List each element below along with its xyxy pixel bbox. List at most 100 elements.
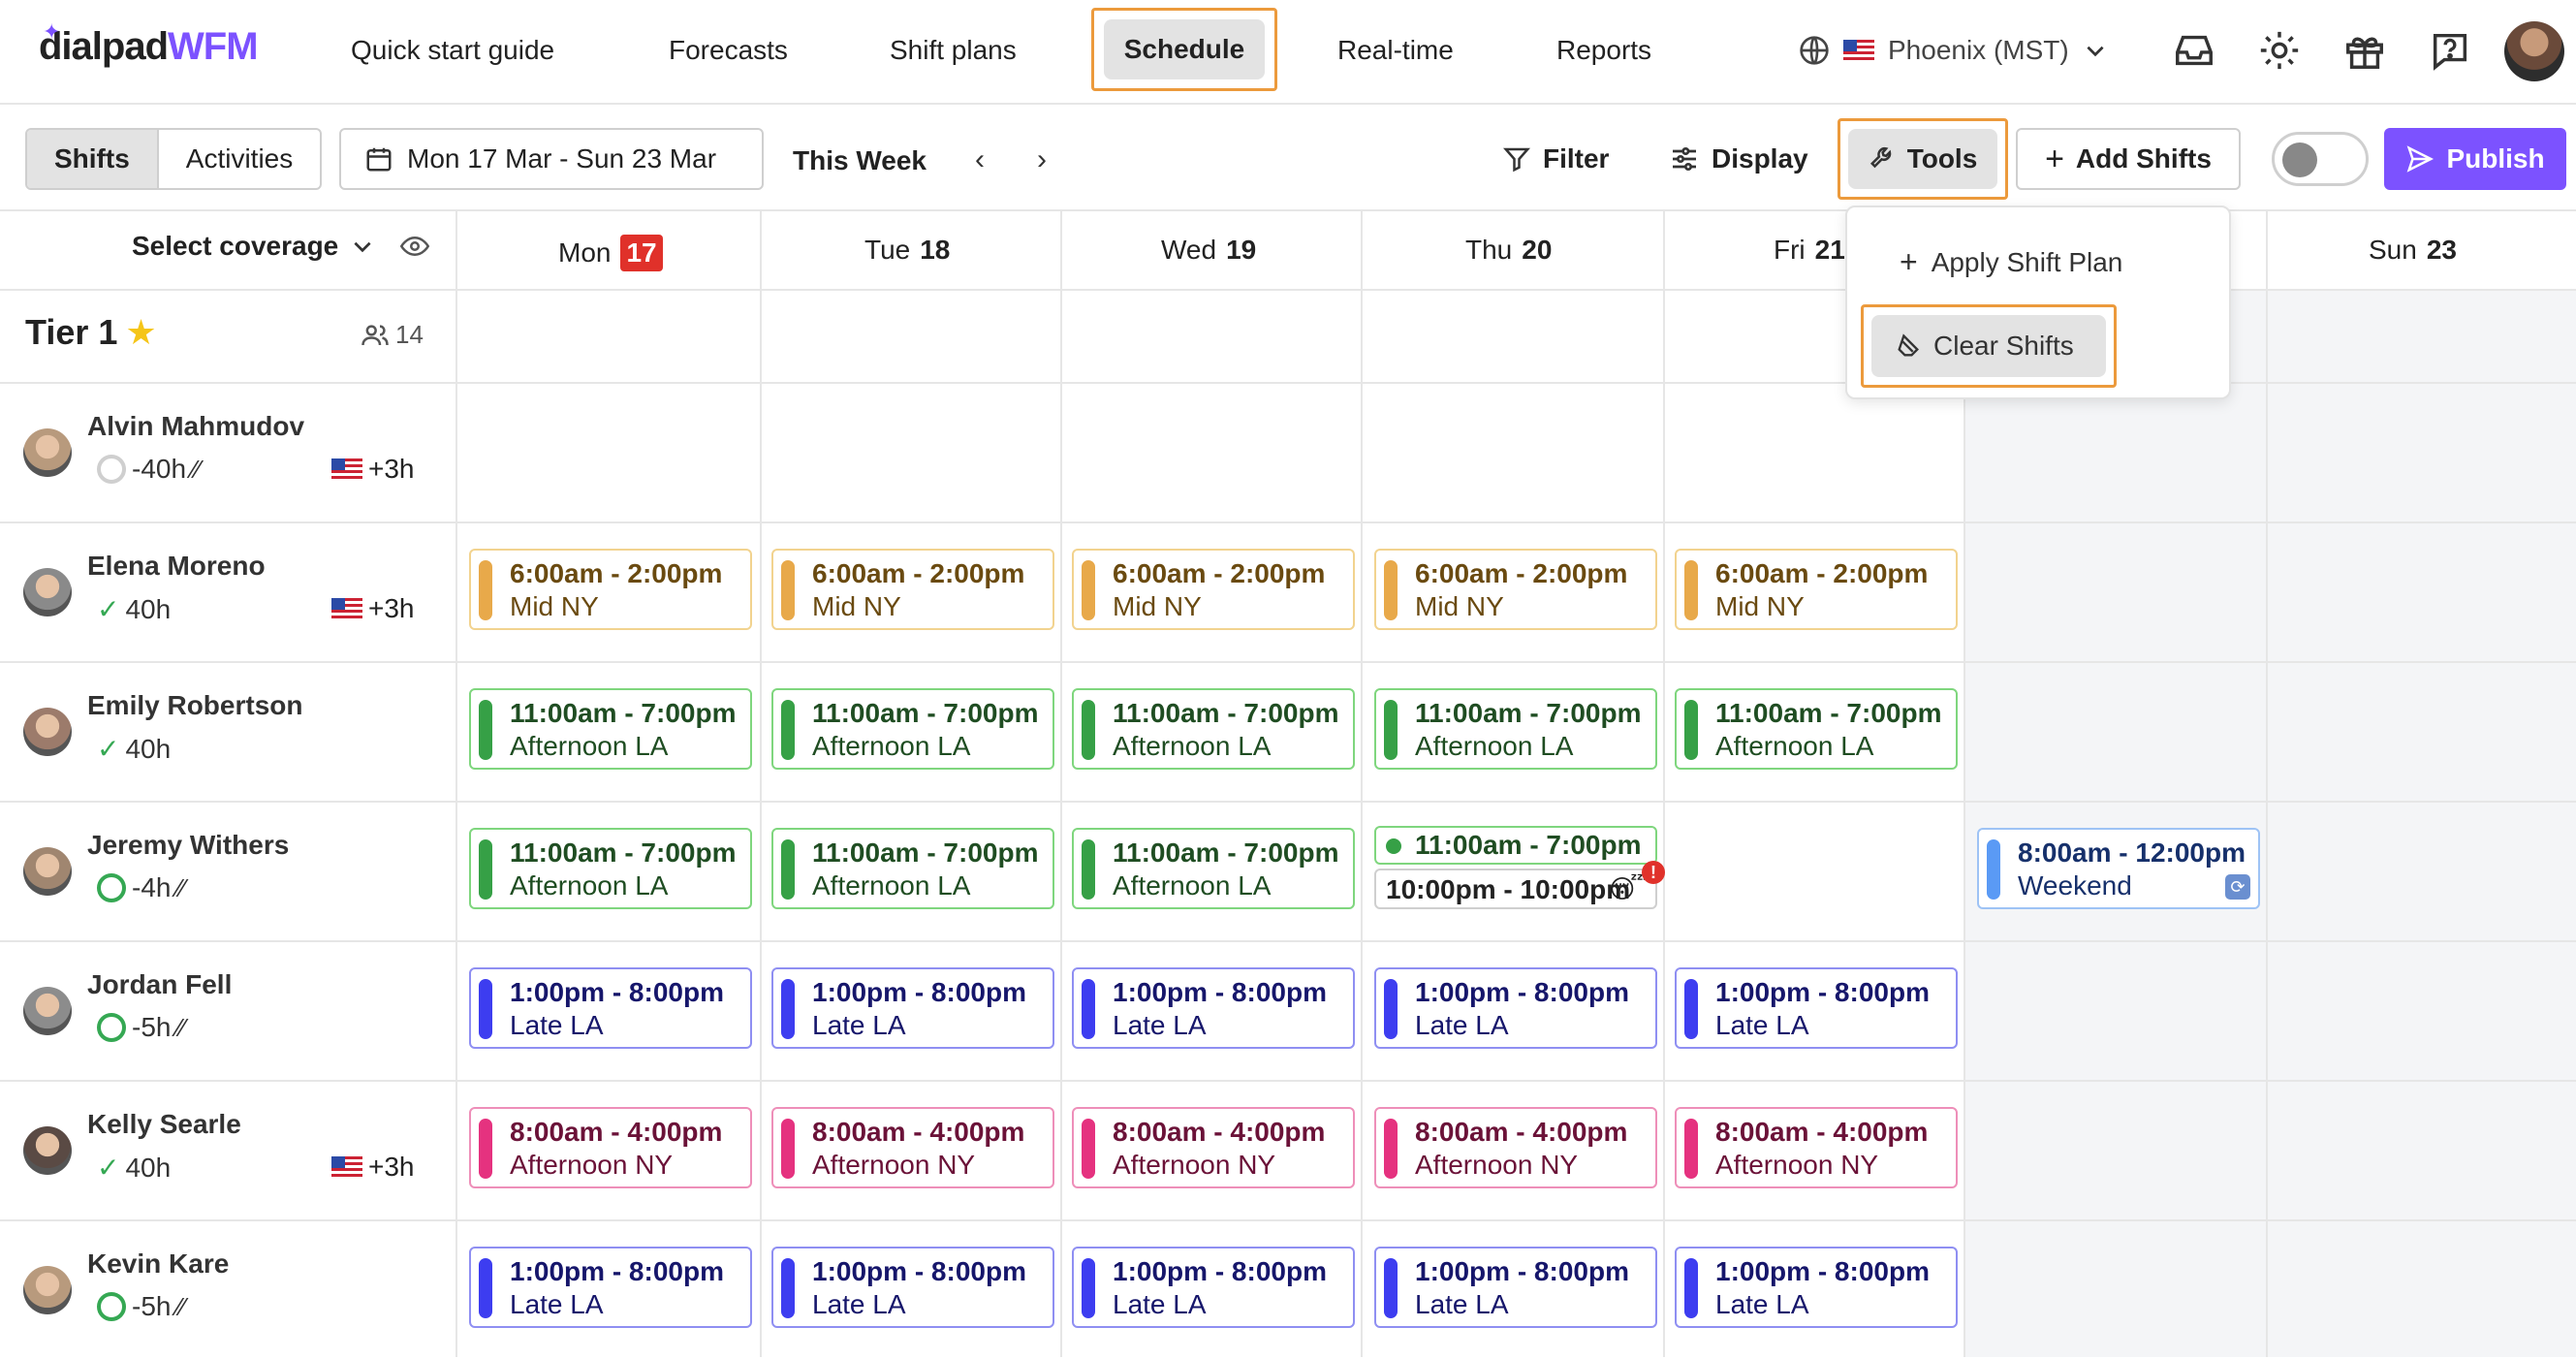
agent-name[interactable]: Kevin Kare: [87, 1248, 229, 1280]
shift-name: Afternoon NY: [1415, 1150, 1579, 1180]
shift-card[interactable]: 6:00am - 2:00pm Mid NY: [1675, 549, 1958, 630]
agent-row: Kevin Kare -5h ⁄⁄: [0, 1219, 456, 1359]
shift-card[interactable]: 11:00am - 7:00pm Afternoon LA: [771, 828, 1054, 909]
shift-time: 8:00am - 12:00pm: [2018, 838, 2246, 868]
publish-button[interactable]: Publish: [2384, 128, 2566, 190]
shift-card[interactable]: 1:00pm - 8:00pm Late LA: [771, 1247, 1054, 1328]
shift-card[interactable]: 11:00am - 7:00pm Afternoon LA: [1675, 688, 1958, 770]
tier-label: Tier 1 ★: [25, 312, 157, 352]
select-coverage-dropdown[interactable]: Select coverage: [132, 231, 430, 262]
nav-shift-plans[interactable]: Shift plans: [890, 29, 1017, 72]
eye-icon[interactable]: [400, 232, 430, 261]
gear-icon[interactable]: [2254, 25, 2305, 76]
nav-quick-start[interactable]: Quick start guide: [351, 29, 554, 72]
day-header-fri: Fri 21: [1774, 235, 1845, 265]
filter-button[interactable]: Filter: [1502, 128, 1609, 190]
shift-card[interactable]: 1:00pm - 8:00pm Late LA: [469, 1247, 752, 1328]
shift-card[interactable]: 10:00pm - 10:00pm 😴: [1374, 869, 1657, 909]
agent-name[interactable]: Alvin Mahmudov: [87, 411, 304, 442]
day-header-mon: Mon 17: [558, 235, 663, 271]
logo[interactable]: ✦ dialpadWFM: [39, 19, 259, 69]
warning-icon[interactable]: !: [1642, 861, 1665, 884]
agent-name[interactable]: Elena Moreno: [87, 551, 266, 582]
shift-card[interactable]: 11:00am - 7:00pm Afternoon LA: [771, 688, 1054, 770]
shift-time: 11:00am - 7:00pm: [812, 698, 1039, 728]
shift-card[interactable]: 11:00am - 7:00pm Afternoon LA: [469, 828, 752, 909]
magic-wand-icon: ⁄⁄: [192, 454, 201, 484]
shift-card[interactable]: 8:00am - 4:00pm Afternoon NY: [1374, 1107, 1657, 1188]
tools-button[interactable]: Tools: [1848, 129, 1997, 189]
shift-card[interactable]: 8:00am - 4:00pm Afternoon NY: [1675, 1107, 1958, 1188]
shift-card[interactable]: 6:00am - 2:00pm Mid NY: [771, 549, 1054, 630]
timezone-selector[interactable]: Phoenix (MST): [1799, 29, 2108, 72]
shift-card[interactable]: 6:00am - 2:00pm Mid NY: [1072, 549, 1355, 630]
user-avatar[interactable]: [2504, 21, 2564, 81]
shift-card[interactable]: 8:00am - 4:00pm Afternoon NY: [771, 1107, 1054, 1188]
agent-name[interactable]: Emily Robertson: [87, 690, 302, 721]
shift-time: 8:00am - 4:00pm: [510, 1117, 723, 1147]
shift-color-bar: [479, 979, 492, 1039]
clear-shifts-item[interactable]: Clear Shifts: [1871, 315, 2106, 377]
shift-card[interactable]: 1:00pm - 8:00pm Late LA: [1374, 967, 1657, 1049]
progress-ring-icon: [97, 1013, 126, 1042]
shift-card[interactable]: 8:00am - 12:00pm Weekend ⟳: [1977, 828, 2260, 909]
apply-shift-plan-item[interactable]: + Apply Shift Plan: [1900, 244, 2122, 280]
next-week-icon[interactable]: ›: [1037, 143, 1047, 176]
shift-name: Mid NY: [510, 591, 599, 621]
view-toggle: Shifts Activities: [25, 128, 323, 190]
display-button[interactable]: Display: [1669, 128, 1808, 190]
shift-time: 6:00am - 2:00pm: [1113, 558, 1326, 588]
shift-card[interactable]: 1:00pm - 8:00pm Late LA: [1675, 1247, 1958, 1328]
agent-name[interactable]: Jeremy Withers: [87, 830, 289, 861]
avatar: [23, 708, 72, 756]
shift-card[interactable]: 6:00am - 2:00pm Mid NY: [469, 549, 752, 630]
repeat-icon: ⟳: [2225, 874, 2250, 900]
shift-card[interactable]: 1:00pm - 8:00pm Late LA: [1675, 967, 1958, 1049]
shift-name: Weekend: [2018, 870, 2132, 901]
agent-row: Jeremy Withers -4h ⁄⁄: [0, 801, 456, 940]
tab-shifts[interactable]: Shifts: [27, 130, 159, 188]
shift-card[interactable]: 1:00pm - 8:00pm Late LA: [1072, 1247, 1355, 1328]
shift-card[interactable]: 8:00am - 4:00pm Afternoon NY: [469, 1107, 752, 1188]
shift-card[interactable]: 1:00pm - 8:00pm Late LA: [469, 967, 752, 1049]
shift-name: Late LA: [812, 1289, 906, 1319]
shift-card[interactable]: 11:00am - 7:00pm Afternoon LA: [1072, 828, 1355, 909]
agent-name[interactable]: Kelly Searle: [87, 1109, 241, 1140]
shift-name: Mid NY: [1715, 591, 1805, 621]
nav-schedule[interactable]: Schedule: [1104, 19, 1265, 79]
shift-card[interactable]: 11:00am - 7:00pm Afternoon LA: [1374, 688, 1657, 770]
shift-card[interactable]: 11:00am - 7:00pm: [1374, 826, 1657, 865]
agent-name[interactable]: Jordan Fell: [87, 969, 232, 1000]
display-label: Display: [1712, 143, 1808, 174]
nav-forecasts[interactable]: Forecasts: [669, 29, 788, 72]
prev-week-icon[interactable]: ‹: [975, 143, 985, 176]
shift-name: Afternoon LA: [1415, 731, 1574, 761]
shift-card[interactable]: 1:00pm - 8:00pm Late LA: [1072, 967, 1355, 1049]
agent-hours: -4h ⁄⁄: [97, 872, 185, 903]
shift-card[interactable]: 8:00am - 4:00pm Afternoon NY: [1072, 1107, 1355, 1188]
add-shifts-button[interactable]: + Add Shifts: [2016, 128, 2241, 190]
toggle-switch[interactable]: [2272, 132, 2369, 186]
this-week-button[interactable]: This Week: [793, 145, 927, 176]
shift-name: Afternoon LA: [1113, 731, 1272, 761]
filter-label: Filter: [1543, 143, 1610, 174]
agent-hours: -5h ⁄⁄: [97, 1291, 185, 1322]
help-icon[interactable]: [2425, 25, 2475, 76]
shift-time: 1:00pm - 8:00pm: [812, 977, 1026, 1007]
nav-reports[interactable]: Reports: [1556, 29, 1651, 72]
tab-activities[interactable]: Activities: [159, 130, 320, 188]
globe-icon: [1800, 36, 1829, 65]
inbox-icon[interactable]: [2169, 25, 2219, 76]
shift-card[interactable]: 1:00pm - 8:00pm Late LA: [771, 967, 1054, 1049]
timezone-label: Phoenix (MST): [1888, 35, 2069, 65]
clear-shifts-highlight: Clear Shifts: [1861, 304, 2117, 388]
shift-name: Late LA: [1715, 1289, 1809, 1319]
nav-real-time[interactable]: Real-time: [1337, 29, 1454, 72]
shift-time: 8:00am - 4:00pm: [1415, 1117, 1628, 1147]
date-range-picker[interactable]: Mon 17 Mar - Sun 23 Mar: [339, 128, 764, 190]
shift-card[interactable]: 6:00am - 2:00pm Mid NY: [1374, 549, 1657, 630]
shift-card[interactable]: 1:00pm - 8:00pm Late LA: [1374, 1247, 1657, 1328]
gift-icon[interactable]: [2340, 25, 2390, 76]
shift-card[interactable]: 11:00am - 7:00pm Afternoon LA: [469, 688, 752, 770]
shift-card[interactable]: 11:00am - 7:00pm Afternoon LA: [1072, 688, 1355, 770]
